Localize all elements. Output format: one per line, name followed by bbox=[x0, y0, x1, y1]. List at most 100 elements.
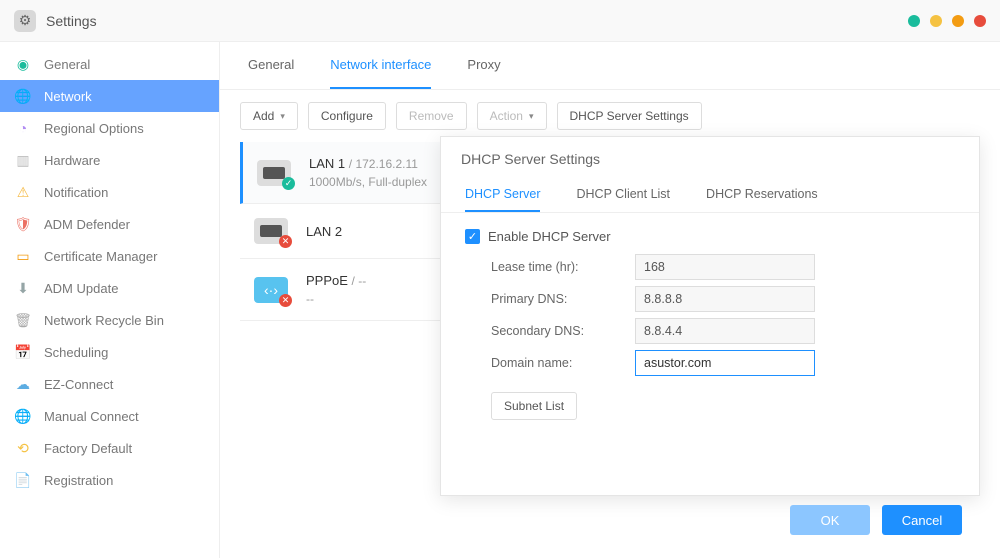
sidebar-item-label: General bbox=[44, 57, 90, 72]
sidebar-item-label: Registration bbox=[44, 473, 113, 488]
sidebar-item-update[interactable]: ⬇ADM Update bbox=[0, 272, 219, 304]
interface-ip: / 172.16.2.11 bbox=[349, 157, 418, 171]
subnet-list-button[interactable]: Subnet List bbox=[491, 392, 577, 420]
network-icon: 🌐 bbox=[14, 87, 32, 105]
manual-connect-icon: 🌐 bbox=[14, 407, 32, 425]
chevron-down-icon: ▾ bbox=[529, 111, 534, 122]
dtab-reservations[interactable]: DHCP Reservations bbox=[706, 177, 818, 212]
sidebar: ◉ General 🌐 Network ◔Regional Options ▥ Har… bbox=[0, 42, 220, 558]
sidebar-item-label: Manual Connect bbox=[44, 409, 139, 424]
primary-dns-input[interactable] bbox=[635, 286, 815, 312]
lease-time-row: Lease time (hr): bbox=[465, 254, 955, 280]
sidebar-item-manual[interactable]: 🌐 Manual Connect bbox=[0, 400, 219, 432]
sidebar-item-recycle[interactable]: 🗑 Network Recycle Bin bbox=[0, 304, 219, 336]
interface-info: PPPoE / -- -- bbox=[306, 273, 366, 306]
cloud-icon: ☁ bbox=[14, 375, 32, 393]
dialog-title: DHCP Server Settings bbox=[441, 137, 979, 177]
globe-icon: ◉ bbox=[14, 55, 32, 73]
sidebar-item-scheduling[interactable]: 📅 Scheduling bbox=[0, 336, 219, 368]
button-label: Action bbox=[490, 109, 523, 123]
defender-icon: 🛡 bbox=[14, 215, 32, 233]
enable-dhcp-label: Enable DHCP Server bbox=[488, 229, 611, 244]
tab-general[interactable]: General bbox=[248, 42, 294, 89]
action-button[interactable]: Action ▾ bbox=[477, 102, 547, 130]
sidebar-item-network[interactable]: 🌐 Network bbox=[0, 80, 219, 112]
domain-name-row: Domain name: bbox=[465, 350, 955, 376]
dialog-footer: OK Cancel bbox=[440, 495, 980, 545]
add-button[interactable]: Add ▾ bbox=[240, 102, 298, 130]
titlebar: ⚙ Settings bbox=[0, 0, 1000, 42]
window-controls bbox=[908, 15, 986, 27]
dhcp-dialog: DHCP Server Settings DHCP Server DHCP Cl… bbox=[440, 136, 980, 496]
sidebar-item-cert[interactable]: ▭Certificate Manager bbox=[0, 240, 219, 272]
ethernet-port-icon: ✕ bbox=[254, 218, 288, 244]
sidebar-item-regional[interactable]: ◔Regional Options bbox=[0, 112, 219, 144]
button-label: Add bbox=[253, 109, 274, 123]
secondary-dns-row: Secondary DNS: bbox=[465, 318, 955, 344]
sidebar-item-label: Factory Default bbox=[44, 441, 132, 456]
sidebar-item-label: Scheduling bbox=[44, 345, 108, 360]
pppoe-icon: ✕ bbox=[254, 277, 288, 303]
sidebar-item-label: Notification bbox=[44, 185, 108, 200]
tab-proxy[interactable]: Proxy bbox=[467, 42, 500, 89]
interface-info: LAN 1 / 172.16.2.11 1000Mb/s, Full-duple… bbox=[309, 156, 427, 189]
sidebar-item-label: ADM Defender bbox=[44, 217, 130, 232]
ok-button[interactable]: OK bbox=[790, 505, 870, 535]
dialog-body: ✓ Enable DHCP Server Lease time (hr): Pr… bbox=[441, 213, 979, 495]
domain-name-input[interactable] bbox=[635, 350, 815, 376]
lease-time-input[interactable] bbox=[635, 254, 815, 280]
window-dot-red[interactable] bbox=[974, 15, 986, 27]
window-dot-yellow[interactable] bbox=[930, 15, 942, 27]
cancel-button[interactable]: Cancel bbox=[882, 505, 962, 535]
window-dot-green[interactable] bbox=[908, 15, 920, 27]
main-tabs: General Network interface Proxy bbox=[220, 42, 1000, 90]
dhcp-settings-button[interactable]: DHCP Server Settings bbox=[557, 102, 702, 130]
recycle-icon: 🗑 bbox=[14, 311, 32, 329]
primary-dns-row: Primary DNS: bbox=[465, 286, 955, 312]
dtab-client-list[interactable]: DHCP Client List bbox=[576, 177, 670, 212]
remove-button[interactable]: Remove bbox=[396, 102, 467, 130]
secondary-dns-label: Secondary DNS: bbox=[465, 324, 635, 338]
update-icon: ⬇ bbox=[14, 279, 32, 297]
sidebar-item-ezconnect[interactable]: ☁ EZ-Connect bbox=[0, 368, 219, 400]
dtab-server[interactable]: DHCP Server bbox=[465, 177, 540, 212]
tab-network-interface[interactable]: Network interface bbox=[330, 42, 431, 89]
window-dot-orange[interactable] bbox=[952, 15, 964, 27]
toolbar: Add ▾ Configure Remove Action ▾ DHCP Serve… bbox=[220, 90, 1000, 142]
primary-dns-label: Primary DNS: bbox=[465, 292, 635, 306]
interface-detail: 1000Mb/s, Full-duplex bbox=[309, 175, 427, 189]
lease-time-label: Lease time (hr): bbox=[465, 260, 635, 274]
scheduling-icon: 📅 bbox=[14, 343, 32, 361]
domain-name-label: Domain name: bbox=[465, 356, 635, 370]
dialog-tabs: DHCP Server DHCP Client List DHCP Reserv… bbox=[441, 177, 979, 213]
configure-button[interactable]: Configure bbox=[308, 102, 386, 130]
sidebar-item-label: Hardware bbox=[44, 153, 100, 168]
sidebar-item-registration[interactable]: 📄 Registration bbox=[0, 464, 219, 496]
window-title: Settings bbox=[46, 13, 97, 29]
factory-icon: ⟲ bbox=[14, 439, 32, 457]
interface-name: LAN 2 bbox=[306, 224, 342, 239]
interface-name: PPPoE bbox=[306, 273, 348, 288]
interface-ip: / -- bbox=[352, 274, 367, 288]
enable-dhcp-row[interactable]: ✓ Enable DHCP Server bbox=[465, 229, 955, 244]
secondary-dns-input[interactable] bbox=[635, 318, 815, 344]
sidebar-item-factory[interactable]: ⟲ Factory Default bbox=[0, 432, 219, 464]
settings-app-icon: ⚙ bbox=[14, 10, 36, 32]
ethernet-port-icon: ✓ bbox=[257, 160, 291, 186]
interface-name: LAN 1 bbox=[309, 156, 345, 171]
registration-icon: 📄 bbox=[14, 471, 32, 489]
hardware-icon: ▥ bbox=[14, 151, 32, 169]
notification-icon: ⚠ bbox=[14, 183, 32, 201]
chevron-down-icon: ▾ bbox=[280, 111, 285, 122]
sidebar-item-defender[interactable]: 🛡 ADM Defender bbox=[0, 208, 219, 240]
status-ok-icon: ✓ bbox=[282, 177, 295, 190]
sidebar-item-notification[interactable]: ⚠ Notification bbox=[0, 176, 219, 208]
sidebar-item-general[interactable]: ◉ General bbox=[0, 48, 219, 80]
sidebar-item-hardware[interactable]: ▥ Hardware bbox=[0, 144, 219, 176]
certificate-icon: ▭ bbox=[14, 247, 32, 265]
interface-detail: -- bbox=[306, 292, 366, 306]
sidebar-item-label: Network Recycle Bin bbox=[44, 313, 164, 328]
sidebar-item-label: Network bbox=[44, 89, 92, 104]
checkbox-checked-icon[interactable]: ✓ bbox=[465, 229, 480, 244]
sidebar-item-label: EZ-Connect bbox=[44, 377, 113, 392]
